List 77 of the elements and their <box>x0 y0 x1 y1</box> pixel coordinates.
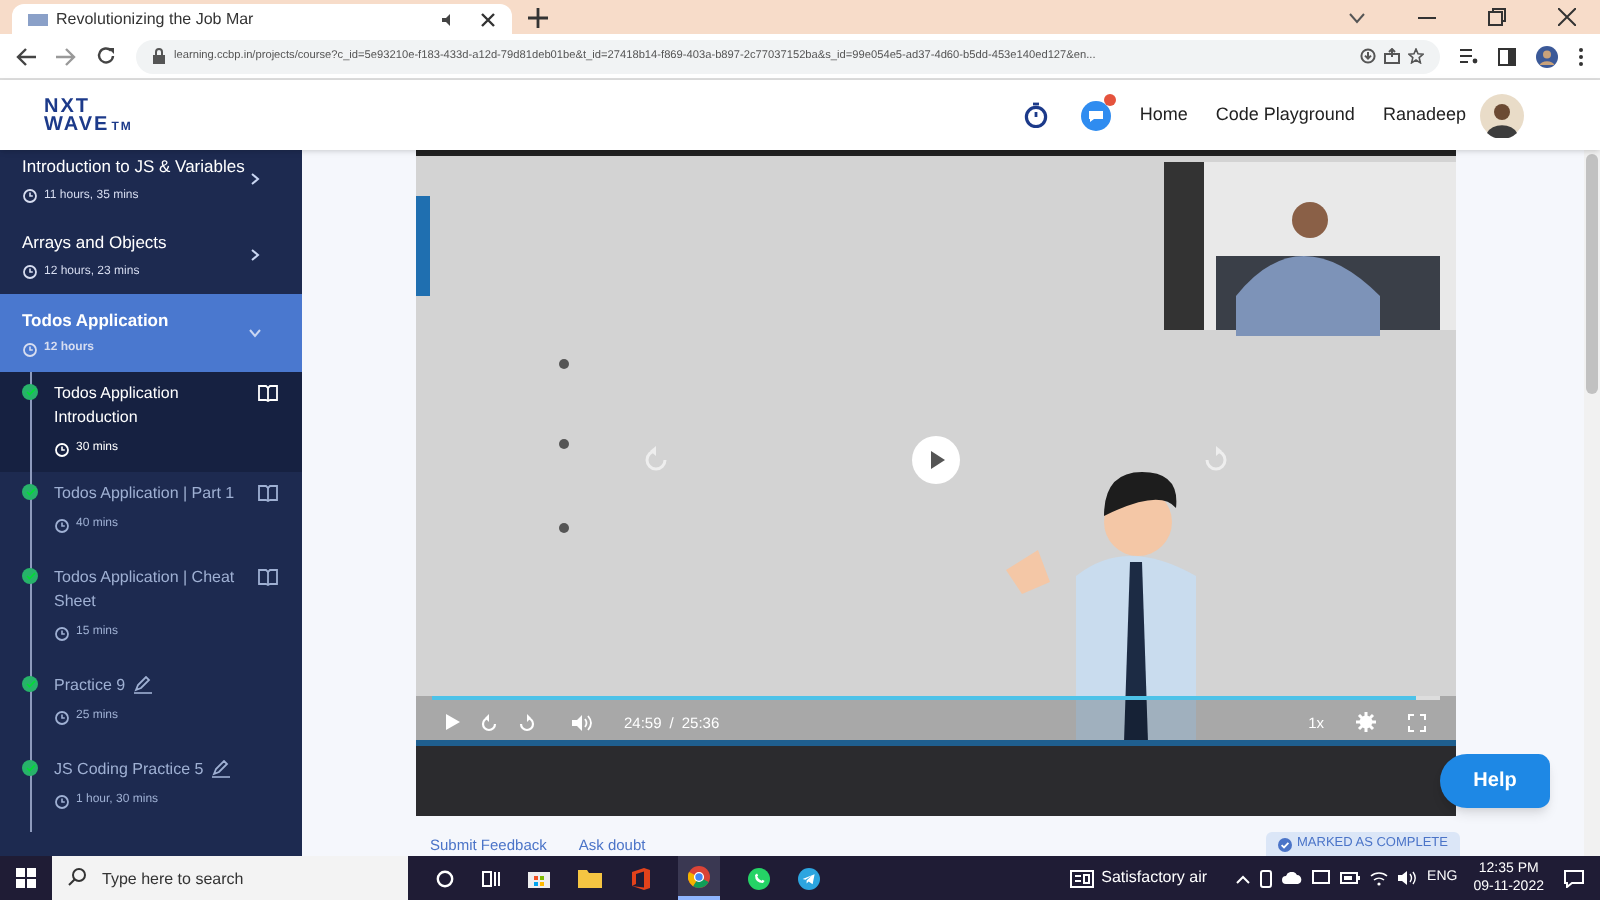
chevron-down-icon[interactable] <box>1348 11 1366 23</box>
avatar[interactable] <box>1480 93 1524 137</box>
playlist-icon[interactable] <box>1460 48 1478 64</box>
pencil-icon <box>211 760 230 779</box>
chat-icon[interactable] <box>1079 99 1112 131</box>
book-icon <box>258 568 278 587</box>
minimize-icon[interactable] <box>1418 15 1436 19</box>
cortana-icon[interactable] <box>436 869 454 887</box>
windows-icon[interactable] <box>16 868 36 888</box>
share-icon[interactable] <box>1384 48 1400 64</box>
cloud-icon[interactable] <box>1281 872 1302 884</box>
task-view-icon[interactable] <box>482 869 500 887</box>
check-icon <box>1277 837 1291 851</box>
install-icon[interactable] <box>1360 48 1376 64</box>
weather-icon[interactable] <box>1069 869 1094 887</box>
folder-icon[interactable] <box>578 868 602 888</box>
search-icon <box>68 868 86 886</box>
sidebar-icon[interactable] <box>1498 47 1516 65</box>
more-icon[interactable] <box>1578 47 1584 65</box>
chrome-taskbar-button[interactable] <box>678 856 720 900</box>
star-icon[interactable] <box>1408 48 1424 64</box>
clock-icon <box>54 709 70 726</box>
clock-icon <box>54 517 70 534</box>
forward-icon[interactable] <box>56 47 76 65</box>
reload-icon[interactable] <box>96 46 116 66</box>
lesson-title: Todos Application | Cheat Sheet <box>54 566 237 615</box>
wifi-icon[interactable] <box>1369 870 1388 886</box>
device-icon[interactable] <box>1259 869 1272 887</box>
lesson-title: Todos Application | Part 1 <box>54 482 237 507</box>
chevron-down-icon <box>248 325 262 340</box>
search-field[interactable]: Type here to search <box>52 856 408 900</box>
clock-icon <box>22 264 38 280</box>
nav-link[interactable]: Code Playground <box>1215 101 1355 129</box>
monitor-icon[interactable] <box>1311 870 1330 886</box>
profile-avatar-icon[interactable] <box>1536 45 1558 67</box>
module-title: Arrays and Objects <box>22 229 169 255</box>
new-tab-icon[interactable] <box>528 8 548 28</box>
weather-status[interactable]: Satisfactory air <box>1101 866 1208 890</box>
help-button[interactable]: Help <box>1440 754 1550 808</box>
clock-icon <box>22 341 38 358</box>
nav-link[interactable]: Home <box>1139 101 1188 129</box>
book-icon <box>258 484 278 503</box>
chevron-right-icon <box>248 172 262 187</box>
close-icon[interactable] <box>1558 8 1576 26</box>
clock-icon <box>54 793 70 810</box>
user-name[interactable]: Ranadeep <box>1382 101 1466 129</box>
whatsapp-icon[interactable] <box>748 867 770 889</box>
chrome-icon[interactable] <box>688 865 710 887</box>
pencil-icon <box>133 676 152 695</box>
lesson-title: Practice 9 <box>54 674 126 699</box>
scrollbar-thumb[interactable] <box>1586 154 1598 394</box>
telegram-icon[interactable] <box>798 867 820 889</box>
close-icon[interactable] <box>480 11 496 27</box>
speaker-icon[interactable] <box>440 11 456 27</box>
tab-title: Revolutionizing the Job Mar <box>56 7 256 31</box>
store-icon[interactable] <box>528 868 550 888</box>
page-icon <box>28 11 48 27</box>
chevron-up-icon[interactable] <box>1235 873 1250 883</box>
battery-icon[interactable] <box>1339 872 1360 884</box>
volume-icon[interactable] <box>1397 870 1416 886</box>
module-title: Todos Application <box>22 307 171 333</box>
office-icon[interactable] <box>630 867 650 889</box>
clock-icon <box>54 441 70 458</box>
browser-tab[interactable]: Revolutionizing the Job Mar <box>12 4 512 34</box>
back-icon[interactable] <box>16 47 36 65</box>
stopwatch-icon[interactable] <box>1023 102 1048 128</box>
play-button[interactable] <box>912 436 960 484</box>
book-icon <box>258 384 278 403</box>
lesson-title: Todos Application Introduction <box>54 382 181 431</box>
chevron-right-icon <box>248 248 262 263</box>
lock-icon <box>152 48 166 64</box>
clock-icon <box>22 188 38 205</box>
maximize-icon[interactable] <box>1488 8 1506 26</box>
notification-icon[interactable] <box>1564 869 1584 887</box>
clock-icon <box>54 625 70 642</box>
lesson-title: JS Coding Practice 5 <box>54 758 204 783</box>
module-title: Introduction to JS & Variables <box>22 154 247 180</box>
